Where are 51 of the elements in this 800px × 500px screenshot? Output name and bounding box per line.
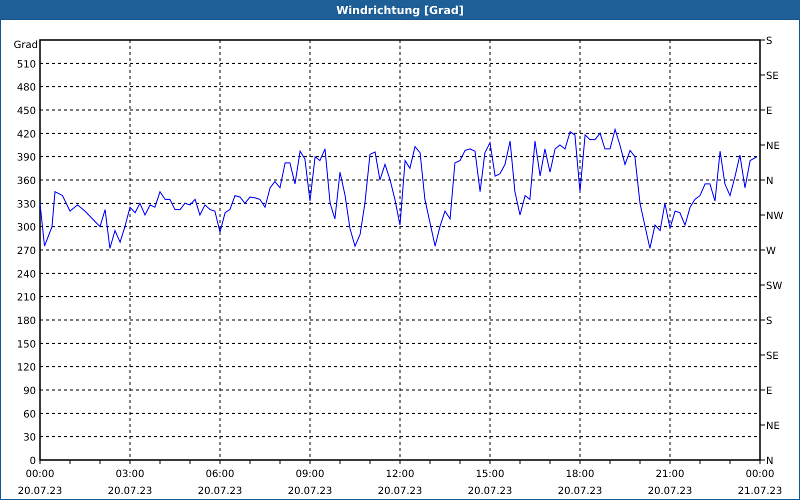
- window-title: Windrichtung [Grad]: [1, 1, 799, 20]
- y-tick-label: 420: [16, 129, 36, 140]
- x-tick-label: 09:00: [296, 469, 324, 480]
- compass-label: NW: [766, 211, 784, 222]
- y-tick-label: 30: [23, 432, 36, 444]
- x-tick-date: 20.07.23: [558, 486, 602, 497]
- compass-label: E: [766, 106, 772, 117]
- y-tick-label: 300: [16, 222, 36, 234]
- y-tick-label: 480: [16, 82, 36, 94]
- x-tick-label: 06:00: [206, 469, 234, 480]
- y-tick-label: 510: [16, 59, 36, 70]
- x-tick-date: 20.07.23: [108, 486, 152, 497]
- y-tick-label: 450: [16, 106, 36, 117]
- compass-label: N: [766, 176, 774, 187]
- compass-label: SW: [766, 281, 782, 292]
- x-tick-date: 20.07.23: [648, 486, 692, 497]
- compass-label: NE: [766, 421, 780, 432]
- y-tick-label: 270: [16, 246, 36, 257]
- compass-label: S: [766, 316, 772, 327]
- x-tick-date: 20.07.23: [18, 486, 62, 497]
- x-tick-date: 20.07.23: [198, 486, 242, 497]
- y-tick-label: 120: [16, 362, 36, 374]
- x-tick-date: 20.07.23: [468, 486, 512, 497]
- x-tick-label: 00:00: [746, 469, 774, 480]
- x-tick-label: 15:00: [476, 469, 504, 480]
- compass-label: NE: [766, 141, 780, 152]
- compass-label: E: [766, 386, 772, 397]
- y-tick-label: 180: [16, 316, 36, 327]
- y-tick-label: 60: [23, 409, 36, 420]
- y-tick-label: 390: [16, 152, 36, 164]
- x-tick-date: 20.07.23: [378, 486, 422, 497]
- x-tick-label: 12:00: [386, 469, 414, 480]
- compass-label: SE: [766, 351, 779, 362]
- x-tick-date: 21.07.23: [738, 486, 782, 497]
- compass-label: S: [766, 36, 772, 47]
- compass-label: W: [766, 246, 776, 257]
- compass-label: N: [766, 456, 774, 467]
- compass-label: SE: [766, 71, 779, 82]
- y-tick-label: 330: [16, 199, 36, 210]
- y-tick-label: 210: [16, 292, 36, 304]
- x-tick-label: 18:00: [566, 469, 594, 480]
- x-tick-label: 00:00: [26, 469, 54, 480]
- x-tick-date: 20.07.23: [288, 486, 332, 497]
- y-tick-label: 240: [16, 269, 36, 280]
- y-tick-label: 0: [30, 456, 36, 467]
- y-tick-label: 360: [16, 176, 36, 187]
- y-axis-title: Grad: [14, 40, 38, 51]
- y-tick-label: 150: [16, 339, 36, 350]
- y-tick-label: 90: [23, 386, 36, 397]
- x-tick-label: 21:00: [656, 469, 684, 480]
- x-tick-label: 03:00: [116, 469, 144, 480]
